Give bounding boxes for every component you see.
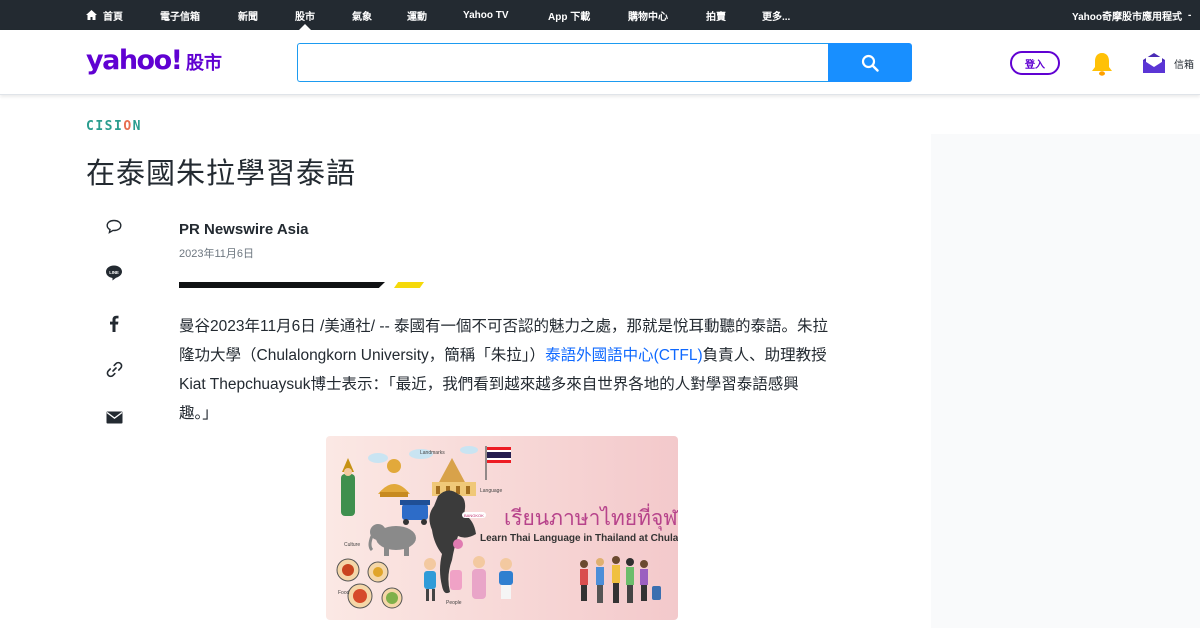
mail-label[interactable]: 信箱 [1174,56,1194,71]
email-icon [106,411,122,423]
nav-item-weather[interactable]: 氣象 [352,0,372,30]
search-input[interactable] [298,44,829,81]
article-date: 2023年11月6日 [179,248,255,260]
mail-icon[interactable] [1142,52,1166,74]
nav-item-label: 新聞 [238,11,258,23]
section-title[interactable]: 股市 [186,52,222,74]
banner-label-landmarks: Landmarks [420,450,445,456]
line-share-button[interactable]: LINE [98,257,130,289]
nav-item-label: 購物中心 [628,11,668,23]
comment-icon [106,219,122,234]
nav-item-label: 拍賣 [706,11,726,23]
facebook-icon [110,315,119,332]
banner-label-bangkok: BANGKOK [464,513,484,518]
nav-item-label: 首頁 [103,11,123,23]
banner-label-food: Food [338,590,350,596]
bell-icon[interactable] [1090,51,1114,77]
nav-item-sports[interactable]: 運動 [407,0,427,30]
nav-item-more[interactable]: 更多... [762,0,790,30]
nav-item-label: Yahoo TV [463,9,509,21]
facebook-share-button[interactable] [98,307,130,339]
article-title: 在泰國朱拉學習泰語 [86,158,357,190]
article-body: 曼谷2023年11月6日 /美通社/ -- 泰國有一個不可否認的魅力之處，那就是… [179,312,829,428]
copy-link-button[interactable] [98,353,130,385]
top-navigation-bar: 首頁 電子信箱 新聞 股市 氣象 運動 Yahoo TV App 下載 購物中心… [0,0,1200,30]
app-promo-link[interactable]: Yahoo奇摩股市應用程式 - [1072,0,1191,30]
search-box [297,43,829,82]
article-image[interactable]: Landmarks Language Culture Food People B… [326,436,678,620]
nav-item-label: 運動 [407,11,427,23]
cision-logo: CISION [86,119,142,134]
link-icon [106,361,122,377]
svg-text:LINE: LINE [109,270,119,275]
banner-thai-heading: เรียนภาษาไทยที่จุฬาฯ [504,506,678,530]
banner-label-culture: Culture [344,542,361,548]
nav-item-news[interactable]: 新聞 [238,0,258,30]
nav-item-yahoo-tv[interactable]: Yahoo TV [463,0,509,30]
nav-item-label: 股市 [295,11,315,23]
search-button[interactable] [828,43,912,82]
banner-label-language: Language [480,488,503,494]
divider-rule [179,282,385,288]
nav-item-label: App 下載 [548,11,591,23]
search-icon [861,54,879,72]
nav-item-label: 電子信箱 [160,11,200,23]
nav-item-label: 氣象 [352,11,372,23]
signin-button[interactable]: 登入 [1010,51,1060,75]
email-share-button[interactable] [98,401,130,433]
app-promo-label: Yahoo奇摩股市應用程式 [1072,11,1183,23]
nav-item-label: 更多... [762,11,791,23]
dash-glyph: - [1188,9,1192,21]
nav-item-home[interactable]: 首頁 [86,0,123,30]
yahoo-logo[interactable]: yahoo! [86,44,183,78]
article-author[interactable]: PR Newswire Asia [179,221,309,238]
ctfl-link[interactable]: 泰語外國語中心(CTFL) [545,347,703,364]
site-header: yahoo! 股市 登入 信箱 [0,30,1200,95]
nav-item-auction[interactable]: 拍賣 [706,0,726,30]
nav-item-shopping[interactable]: 購物中心 [628,0,668,30]
home-icon [86,10,97,20]
nav-item-app-download[interactable]: App 下載 [548,0,590,30]
banner-english-heading: Learn Thai Language in Thailand at Chula [480,533,678,544]
divider-accent [394,282,424,288]
nav-item-mail[interactable]: 電子信箱 [160,0,200,30]
comment-button[interactable] [98,210,130,242]
banner-label-people: People [446,600,462,606]
line-icon: LINE [106,265,122,281]
right-rail-ad-slot [931,134,1200,628]
nav-item-finance[interactable]: 股市 [295,0,315,30]
